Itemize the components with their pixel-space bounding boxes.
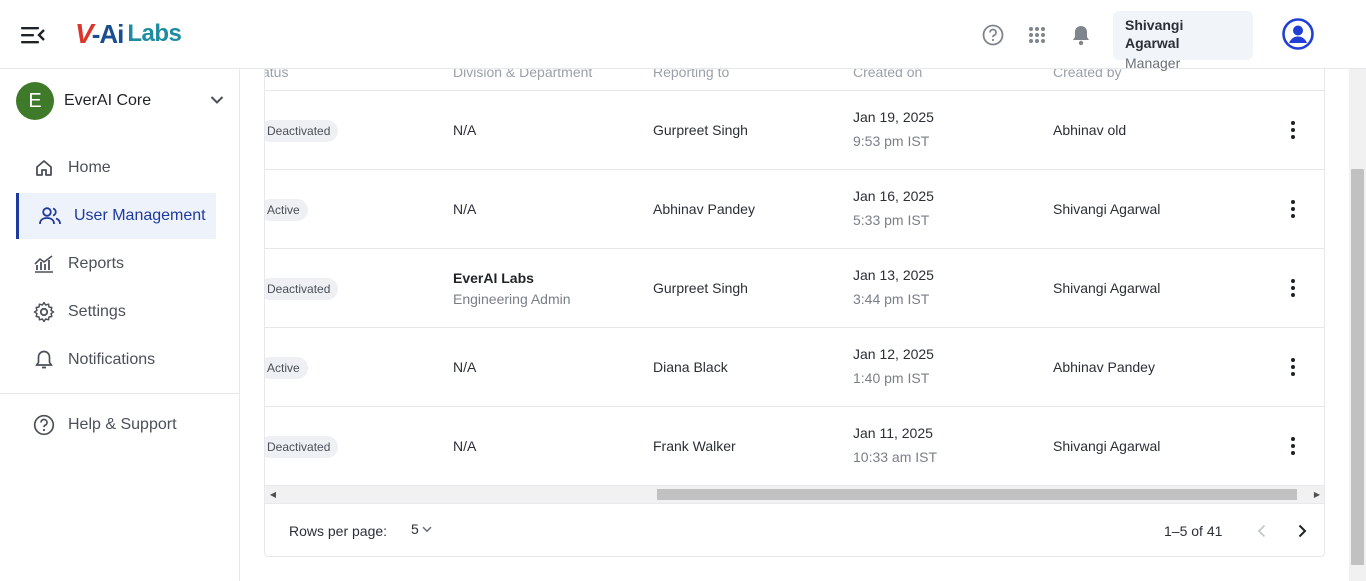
sidebar-item-label: Reports <box>68 255 125 272</box>
org-switcher[interactable]: E EverAI Core <box>16 82 224 120</box>
help-icon[interactable] <box>980 22 1006 48</box>
more-vert-icon[interactable] <box>1281 197 1305 221</box>
created-by-cell: Shivangi Agarwal <box>1053 201 1161 217</box>
table-row: Deactivated EverAI Labs Engineering Admi… <box>265 249 1324 328</box>
horizontal-scrollbar-thumb[interactable] <box>657 489 1297 500</box>
created-date: Jan 12, 2025 <box>853 346 934 362</box>
sidebar-item-reports[interactable]: Reports <box>16 241 216 287</box>
column-header-division[interactable]: Division & Department <box>453 69 592 80</box>
org-avatar: E <box>16 82 54 120</box>
pagination-footer: Rows per page: 5 1–5 of 41 <box>265 503 1324 556</box>
account-icon[interactable] <box>1282 18 1314 50</box>
table-row: Active N/A Abhinav Pandey Jan 16, 2025 5… <box>265 170 1324 249</box>
user-menu[interactable]: Shivangi Agarwal Manager <box>1113 11 1253 71</box>
created-by-cell: Shivangi Agarwal <box>1053 438 1161 454</box>
created-by-cell: Abhinav old <box>1053 122 1127 138</box>
more-vert-icon[interactable] <box>1281 355 1305 379</box>
created-date: Jan 11, 2025 <box>853 425 933 441</box>
previous-page-icon[interactable] <box>1248 517 1276 545</box>
created-by-cell: Shivangi Agarwal <box>1053 280 1161 296</box>
division-cell: N/A <box>453 201 477 217</box>
vai-labs-logo[interactable]: V -Ai Labs <box>75 17 182 51</box>
org-name: EverAI Core <box>64 92 152 109</box>
user-role: Manager <box>1125 55 1181 71</box>
status-badge: Active <box>265 357 308 379</box>
user-name: Shivangi Agarwal <box>1125 17 1184 51</box>
vertical-scrollbar-thumb[interactable] <box>1351 169 1364 565</box>
sidebar: E EverAI Core Home User Management Repor… <box>0 69 240 581</box>
pagination-range: 1–5 of 41 <box>1164 523 1223 539</box>
sidebar-divider <box>0 393 239 394</box>
column-header-created-by[interactable]: Created by <box>1053 69 1121 80</box>
more-vert-icon[interactable] <box>1281 434 1305 458</box>
home-icon <box>32 156 56 180</box>
sidebar-item-notifications[interactable]: Notifications <box>16 337 216 383</box>
status-badge: Deactivated <box>265 278 339 300</box>
chart-icon <box>32 252 56 276</box>
reporting-to-cell: Abhinav Pandey <box>653 201 755 217</box>
scroll-right-arrow-icon[interactable]: ▶ <box>1312 489 1322 500</box>
menu-collapse-icon[interactable] <box>20 24 46 46</box>
department-cell: Engineering Admin <box>453 291 571 307</box>
reporting-to-cell: Frank Walker <box>653 438 736 454</box>
status-badge: Deactivated <box>265 436 339 458</box>
sidebar-item-label: User Management <box>74 207 206 224</box>
table-row: Deactivated N/A Gurpreet Singh Jan 19, 2… <box>265 91 1324 170</box>
top-header: V -Ai Labs Shivangi Agarwal Manager <box>0 0 1366 71</box>
rows-per-page-value: 5 <box>411 521 419 537</box>
logo-v: V <box>75 18 94 49</box>
column-header-status[interactable]: atus <box>265 69 288 80</box>
column-header-created-on[interactable]: Created on <box>853 69 922 80</box>
division-cell: N/A <box>453 122 477 138</box>
gear-icon <box>32 300 56 324</box>
table-row: Active N/A Diana Black Jan 12, 2025 1:40… <box>265 328 1324 407</box>
created-time: 5:33 pm IST <box>853 212 930 228</box>
created-time: 1:40 pm IST <box>853 370 930 386</box>
apps-grid-icon[interactable] <box>1024 22 1050 48</box>
status-badge: Deactivated <box>265 120 339 142</box>
sidebar-item-help-support[interactable]: Help & Support <box>16 402 216 448</box>
sidebar-item-user-management[interactable]: User Management <box>16 193 216 239</box>
chevron-down-icon <box>422 526 432 533</box>
bell-icon[interactable] <box>1068 22 1094 48</box>
bell-outline-icon <box>32 348 56 372</box>
created-date: Jan 13, 2025 <box>853 267 934 283</box>
created-time: 3:44 pm IST <box>853 291 930 307</box>
users-table-card: atus Division & Department Reporting to … <box>264 69 1325 557</box>
created-time: 9:53 pm IST <box>853 133 930 149</box>
logo-ai: -Ai <box>91 18 125 49</box>
vertical-scrollbar[interactable] <box>1349 69 1366 581</box>
division-cell: EverAI Labs <box>453 270 534 286</box>
sidebar-item-settings[interactable]: Settings <box>16 289 216 335</box>
rows-per-page-select[interactable]: 5 <box>411 521 432 537</box>
reporting-to-cell: Gurpreet Singh <box>653 122 748 138</box>
table-row: Deactivated N/A Frank Walker Jan 11, 202… <box>265 407 1324 486</box>
chevron-down-icon <box>210 92 224 110</box>
more-vert-icon[interactable] <box>1281 118 1305 142</box>
status-badge: Active <box>265 199 308 221</box>
column-header-reporting-to[interactable]: Reporting to <box>653 69 729 80</box>
rows-per-page-label: Rows per page: <box>289 523 388 539</box>
logo-labs: Labs <box>127 20 182 47</box>
reporting-to-cell: Gurpreet Singh <box>653 280 748 296</box>
more-vert-icon[interactable] <box>1281 276 1305 300</box>
sidebar-item-label: Settings <box>68 303 126 320</box>
next-page-icon[interactable] <box>1288 517 1316 545</box>
users-icon <box>38 204 62 228</box>
created-date: Jan 19, 2025 <box>853 109 934 125</box>
created-time: 10:33 am IST <box>853 449 938 465</box>
scroll-left-arrow-icon[interactable]: ◀ <box>268 489 278 500</box>
sidebar-item-home[interactable]: Home <box>16 145 216 191</box>
created-by-cell: Abhinav Pandey <box>1053 359 1155 375</box>
division-cell: N/A <box>453 359 477 375</box>
horizontal-scrollbar[interactable]: ◀ ▶ <box>265 486 1324 503</box>
reporting-to-cell: Diana Black <box>653 359 728 375</box>
sidebar-item-label: Notifications <box>68 351 156 368</box>
division-cell: N/A <box>453 438 477 454</box>
help-circle-icon <box>32 413 56 437</box>
created-date: Jan 16, 2025 <box>853 188 934 204</box>
sidebar-item-label: Home <box>68 159 111 176</box>
sidebar-item-label: Help & Support <box>68 416 177 433</box>
